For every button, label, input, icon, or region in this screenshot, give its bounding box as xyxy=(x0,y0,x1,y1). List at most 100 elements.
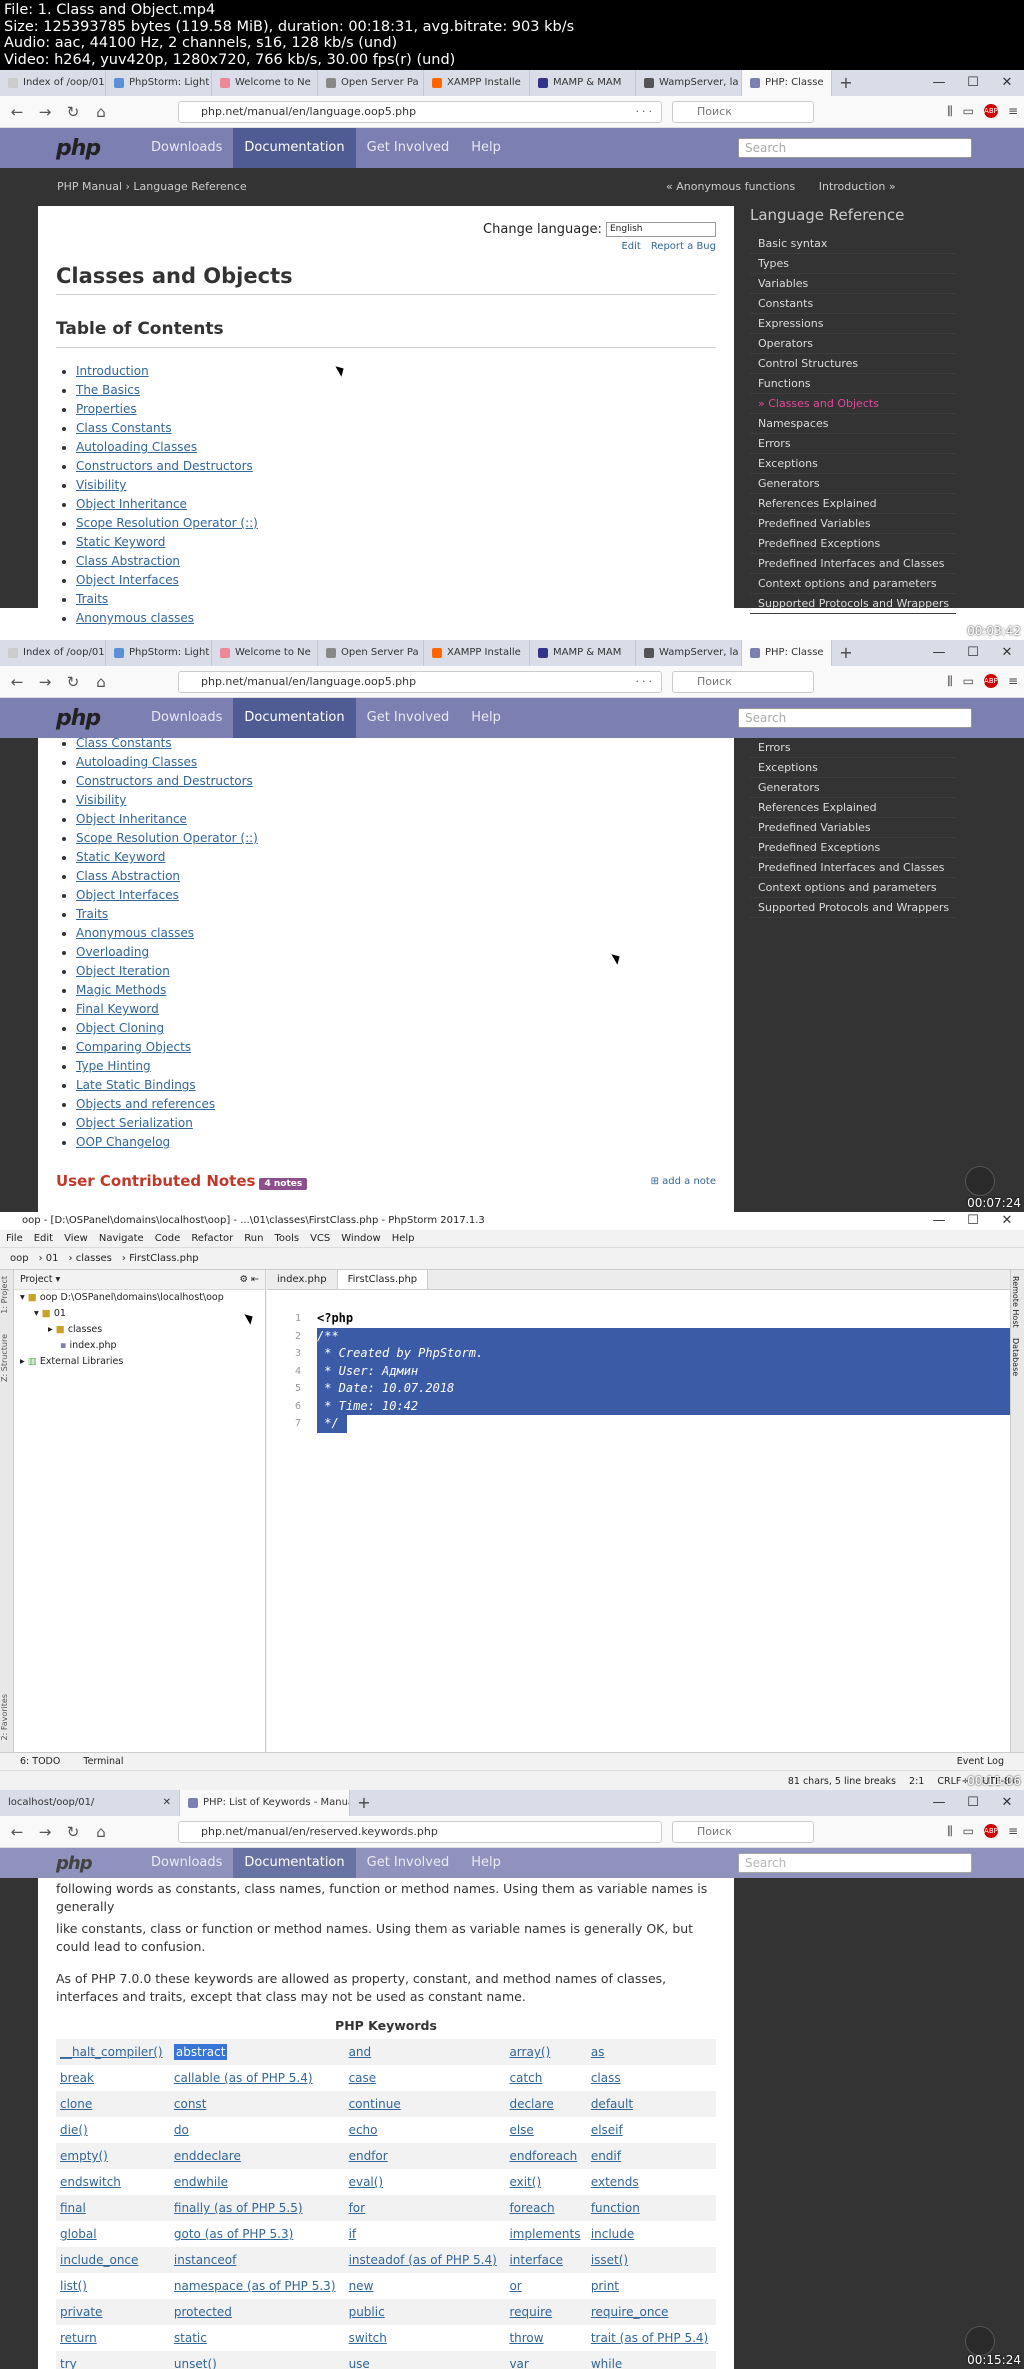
browser-search-input[interactable]: Поиск xyxy=(672,100,814,123)
sidebar-item[interactable]: Supported Protocols and Wrappers xyxy=(750,898,956,918)
keyword-link[interactable]: and xyxy=(349,2045,372,2059)
new-tab-button[interactable]: + xyxy=(832,70,860,96)
keyword-link[interactable]: if xyxy=(349,2227,357,2241)
crumb-classes[interactable]: classes xyxy=(76,1253,112,1264)
sidebar-item[interactable]: Variables xyxy=(750,274,956,294)
keyword-link[interactable]: declare xyxy=(509,2097,553,2111)
todo-button[interactable]: 6: TODO xyxy=(20,1756,60,1767)
maximize-icon[interactable]: ☐ xyxy=(956,1212,990,1230)
nav-documentation[interactable]: Documentation xyxy=(233,698,356,738)
code-editor[interactable]: index.php FirstClass.php 1 2 3 4 5 6 7 <?php /… xyxy=(244,1270,1010,1770)
browser-tab[interactable]: XAMPP Installe xyxy=(424,640,530,666)
toc-link[interactable]: Comparing Objects xyxy=(76,1040,191,1054)
sidebar-icon[interactable]: ▭ xyxy=(963,1824,974,1839)
sidebar-item[interactable]: Context options and parameters xyxy=(750,574,956,594)
sidebar-item[interactable]: Exceptions xyxy=(750,454,956,474)
keyword-link[interactable]: class xyxy=(591,2071,621,2085)
keyword-link[interactable]: function xyxy=(591,2201,640,2215)
toc-link[interactable]: Anonymous classes xyxy=(76,611,194,625)
minimize-icon[interactable]: — xyxy=(922,1212,956,1230)
keyword-link[interactable]: insteadof (as of PHP 5.4) xyxy=(349,2253,497,2267)
keyword-link[interactable]: include xyxy=(591,2227,634,2241)
home-icon[interactable]: ⌂ xyxy=(90,103,112,121)
url-bar[interactable]: php.net/manual/en/language.oop5.php ··· xyxy=(178,100,662,123)
keyword-link[interactable]: var xyxy=(509,2357,528,2369)
edit-link[interactable]: Edit xyxy=(621,241,640,252)
toc-link[interactable]: Constructors and Destructors xyxy=(76,459,253,473)
reload-icon[interactable]: ↻ xyxy=(62,1823,84,1841)
project-tool-button[interactable]: 1: Project xyxy=(0,1276,9,1314)
sidebar-item[interactable]: Supported Protocols and Wrappers xyxy=(750,594,956,614)
minimize-icon[interactable]: — xyxy=(922,640,956,666)
keyword-link[interactable]: instanceof xyxy=(174,2253,236,2267)
caret-position[interactable]: 2:1 xyxy=(909,1776,924,1787)
menu-item[interactable]: Navigate xyxy=(99,1233,144,1244)
sidebar-item[interactable]: Exceptions xyxy=(750,758,956,778)
code-line[interactable]: * Created by PhpStorm. xyxy=(317,1345,1010,1363)
adblock-icon[interactable]: ABP xyxy=(983,1824,998,1838)
crumb-file[interactable]: FirstClass.php xyxy=(129,1253,199,1264)
keyword-link[interactable]: list() xyxy=(60,2279,87,2293)
browser-tab-active[interactable]: PHP: Classe xyxy=(742,640,832,666)
nav-help[interactable]: Help xyxy=(460,698,512,738)
tree-external-libraries[interactable]: ▸ ▥ External Libraries xyxy=(14,1354,265,1370)
home-icon[interactable]: ⌂ xyxy=(90,1823,112,1841)
close-icon[interactable]: ✕ xyxy=(990,640,1024,666)
toc-link[interactable]: Static Keyword xyxy=(76,535,165,549)
toc-link[interactable]: Late Static Bindings xyxy=(76,1078,196,1092)
sidebar-item[interactable]: Context options and parameters xyxy=(750,878,956,898)
sidebar-item[interactable]: Predefined Interfaces and Classes xyxy=(750,858,956,878)
library-icon[interactable]: ⫼ xyxy=(947,104,953,119)
crumb-manual[interactable]: PHP Manual xyxy=(57,180,122,193)
sidebar-item[interactable]: Functions xyxy=(750,374,956,394)
keyword-link[interactable]: const xyxy=(174,2097,207,2111)
keyword-link[interactable]: __halt_compiler() xyxy=(60,2045,163,2059)
php-search-input[interactable]: Search xyxy=(738,138,972,158)
php-search-input[interactable]: Search xyxy=(738,708,972,728)
toc-link[interactable]: Traits xyxy=(76,907,108,921)
keyword-link[interactable]: implements xyxy=(509,2227,580,2241)
browser-tab[interactable]: Open Server Pa xyxy=(318,70,424,96)
keyword-link[interactable]: include_once xyxy=(60,2253,138,2267)
keyword-link[interactable]: require_once xyxy=(591,2305,669,2319)
php-logo[interactable]: php xyxy=(0,706,140,731)
structure-tool-button[interactable]: Z: Structure xyxy=(0,1334,9,1382)
menu-item[interactable]: View xyxy=(64,1233,88,1244)
sidebar-item[interactable]: References Explained xyxy=(750,798,956,818)
sidebar-item[interactable]: Constants xyxy=(750,294,956,314)
sidebar-item[interactable]: Predefined Interfaces and Classes xyxy=(750,554,956,574)
menu-icon[interactable]: ≡ xyxy=(1008,674,1018,689)
menu-item[interactable]: Edit xyxy=(34,1233,53,1244)
toc-link[interactable]: Autoloading Classes xyxy=(76,440,197,454)
sidebar-item[interactable]: Types xyxy=(750,254,956,274)
adblock-icon[interactable]: ABP xyxy=(983,104,998,118)
code-line[interactable]: * Time: 10:42 xyxy=(317,1397,1010,1415)
crumb-oop[interactable]: oop xyxy=(10,1253,29,1264)
menu-item[interactable]: File xyxy=(6,1233,23,1244)
browser-tab[interactable]: localhost/oop/01/✕ xyxy=(0,1790,180,1816)
close-icon[interactable]: ✕ xyxy=(990,1212,1024,1230)
library-icon[interactable]: ⫼ xyxy=(947,1824,953,1839)
keyword-link[interactable]: namespace (as of PHP 5.3) xyxy=(174,2279,336,2293)
keyword-link[interactable]: endforeach xyxy=(509,2149,577,2163)
toc-link[interactable]: Class Constants xyxy=(76,736,172,750)
home-icon[interactable]: ⌂ xyxy=(90,673,112,691)
sidebar-item[interactable]: Control Structures xyxy=(750,354,956,374)
keyword-link[interactable]: print xyxy=(591,2279,619,2293)
toc-link[interactable]: Autoloading Classes xyxy=(76,755,197,769)
keyword-link[interactable]: unset() xyxy=(174,2357,217,2369)
nav-help[interactable]: Help xyxy=(460,1848,512,1878)
toc-link[interactable]: Visibility xyxy=(76,793,126,807)
keyword-link[interactable]: final xyxy=(60,2201,86,2215)
toc-link[interactable]: The Basics xyxy=(76,383,140,397)
minimize-icon[interactable]: — xyxy=(922,1790,956,1816)
crumb-01[interactable]: 01 xyxy=(46,1253,59,1264)
sidebar-item[interactable]: Predefined Exceptions xyxy=(750,838,956,858)
menu-item[interactable]: Tools xyxy=(274,1233,299,1244)
nav-get-involved[interactable]: Get Involved xyxy=(356,1848,461,1878)
page-actions-icon[interactable]: ··· xyxy=(636,672,656,692)
keyword-link[interactable]: for xyxy=(349,2201,366,2215)
keyword-link[interactable]: foreach xyxy=(509,2201,554,2215)
keyword-link[interactable]: enddeclare xyxy=(174,2149,241,2163)
sidebar-item[interactable]: » Classes and Objects xyxy=(750,394,956,414)
